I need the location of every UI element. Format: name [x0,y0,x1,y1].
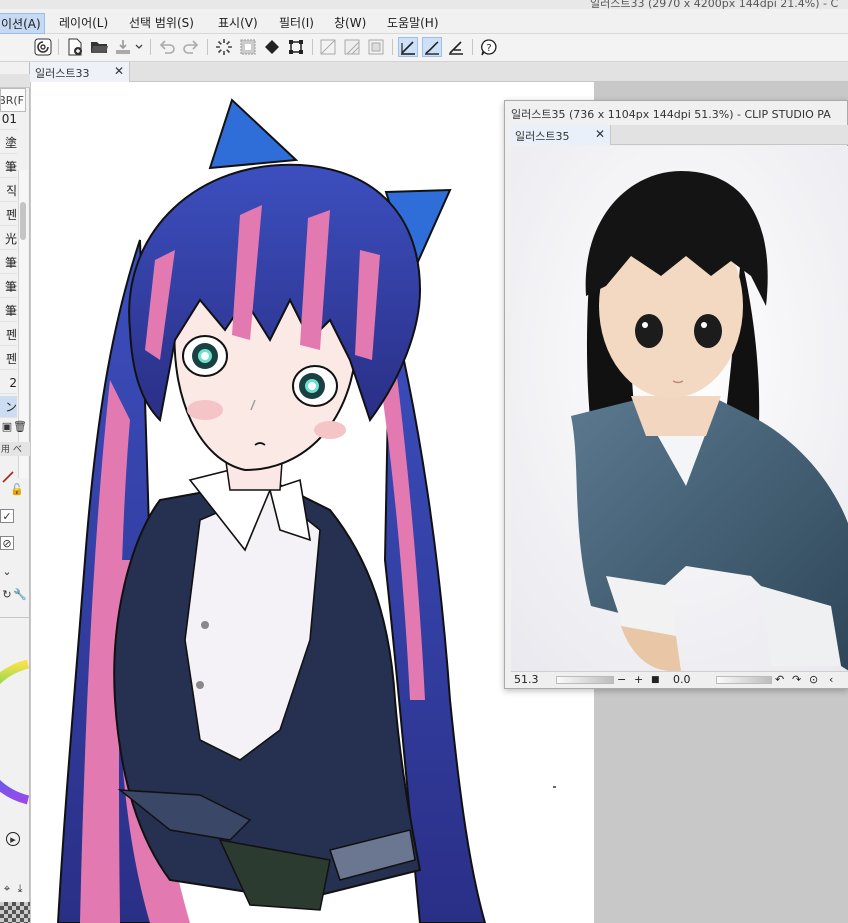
reset-icon[interactable]: ↻ [0,587,14,601]
fill-icon[interactable] [262,37,282,57]
snap-grid-icon[interactable] [446,37,466,57]
chevron-down-icon[interactable]: ⌄ [0,564,14,578]
zoom-out-icon[interactable]: − [617,673,626,686]
menu-filter[interactable]: 필터(I) [276,13,317,32]
transform-icon[interactable] [286,37,306,57]
chevron-left-icon[interactable]: ‹ [829,673,833,686]
menu-selection[interactable]: 선택 범위(S) [126,13,197,32]
fit-icon[interactable]: ■ [651,675,660,685]
tab-label: 일러스트35 [515,130,570,143]
ban-icon[interactable]: ⊘ [0,536,14,550]
wrench-icon[interactable]: 🔧 [13,587,27,601]
zoom-value[interactable]: 51.3 [514,673,539,686]
brush-list-item[interactable]: 01 [0,108,17,130]
brush-list-item[interactable]: 光 [0,228,17,250]
tool-property-header: 用 べ [0,442,30,456]
brush-list-scroll-thumb[interactable] [20,202,26,240]
command-bar: ? [0,34,848,62]
snap-guide-icon[interactable] [422,37,442,57]
tab-illustration-33[interactable]: 일러스트33 ✕ [30,62,130,82]
save-icon[interactable] [113,37,133,57]
reset-rotation-icon[interactable]: ⊙ [809,673,818,686]
new-file-icon[interactable] [65,37,85,57]
rotation-slider[interactable] [716,676,772,684]
brush-list-item[interactable]: 펜 [0,324,17,346]
frame-icon[interactable] [366,37,386,57]
menu-window[interactable]: 창(W) [331,13,369,32]
title-bar: 일러스트33 (2970 x 4200px 144dpi 21.4%) - C [0,0,848,10]
clip-studio-window: 일러스트33 (2970 x 4200px 144dpi 21.4%) - C … [0,0,848,923]
reference-window[interactable]: 일러스트35 (736 x 1104px 144dpi 51.3%) - CLI… [504,100,848,689]
snap-ruler-icon[interactable] [398,37,418,57]
menu-view[interactable]: 표시(V) [215,13,261,32]
brush-list-item[interactable]: 筆 [0,156,17,178]
ruler-icon[interactable] [318,37,338,57]
close-icon[interactable]: ✕ [114,64,124,78]
brush-list-item[interactable]: 筆 [0,300,17,322]
lock-icon[interactable]: 🔓 [10,482,24,496]
close-icon[interactable]: ✕ [595,127,605,141]
brush-list-item[interactable]: ン [0,396,17,418]
eyedropper-icon[interactable]: ⌖ [0,882,14,896]
rotate-right-icon[interactable]: ↷ [792,673,801,686]
svg-text:?: ? [486,43,491,54]
menu-animation[interactable]: 이션(A) [0,13,45,34]
reference-status-bar: 51.3 − + ■ 0.0 ↶ ↷ ⊙ ‹ [511,671,848,688]
brush-list-item[interactable]: 筆 [0,276,17,298]
zoom-slider[interactable] [556,676,614,684]
menu-help[interactable]: 도움말(H) [384,13,442,32]
brush-list-item[interactable]: 펜 [0,348,17,370]
reference-tab-bar: 일러스트35 ✕ [511,125,848,145]
document-tab-bar: 일러스트33 ✕ [30,62,848,82]
canvas-stray-mark [553,786,556,788]
reference-window-title: 일러스트35 (736 x 1104px 144dpi 51.3%) - CLI… [511,108,831,121]
brush-list-item[interactable]: 직 [0,180,17,202]
clip-studio-icon[interactable] [33,37,53,57]
zoom-in-icon[interactable]: + [634,673,643,686]
rotate-left-icon[interactable]: ↶ [775,673,784,686]
perspective-icon[interactable] [342,37,362,57]
brush-list-item[interactable]: 塗 [0,132,17,154]
chevron-down-icon[interactable] [133,37,145,57]
clear-outside-icon[interactable] [238,37,258,57]
panel-header-strip [0,74,30,88]
sub-tool-panel: BR(F 01 塗筆 직 펜 光筆筆筆 펜 펜 2 ン ▣ 🗑 用 べ 🔓 ✓ ⊘ ⌄ ↻ 🔧 [0,62,30,923]
figure-photo-image [511,146,848,671]
brush-list-item[interactable]: 筆 [0,252,17,274]
brush-list-item[interactable]: 2 [0,372,17,394]
play-icon[interactable]: ▸ [6,832,20,846]
transparent-color-swatch[interactable] [0,902,30,923]
checkbox-icon[interactable]: ✓ [0,509,14,523]
rotation-value[interactable]: 0.0 [673,673,691,686]
open-folder-icon[interactable] [89,37,109,57]
trash-icon[interactable]: 🗑 [13,419,27,433]
help-icon[interactable]: ? [479,37,499,57]
redo-icon[interactable] [181,37,201,57]
menu-bar: 이션(A) 레이어(L) 선택 범위(S) 표시(V) 필터(I) 창(W) 도… [0,9,848,34]
undo-icon[interactable] [157,37,177,57]
tab-illustration-35[interactable]: 일러스트35 ✕ [511,125,611,145]
reference-photo[interactable] [511,146,848,671]
brush-list-item[interactable]: 펜 [0,204,17,226]
menu-layer[interactable]: 레이어(L) [56,13,111,32]
color-wheel[interactable] [0,652,30,812]
export-icon[interactable]: ⤓ [13,882,27,896]
duplicate-icon[interactable]: ▣ [0,419,14,433]
clear-icon[interactable] [214,37,234,57]
tab-label: 일러스트33 [35,67,90,80]
